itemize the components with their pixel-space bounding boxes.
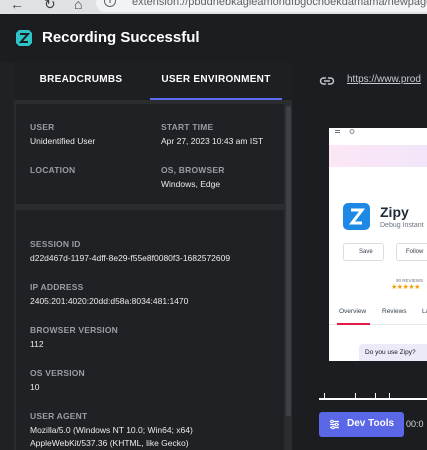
preview-tab-la[interactable]: La bbox=[422, 308, 427, 315]
preview-banner bbox=[329, 145, 427, 167]
browser-url[interactable]: extension://pbddhebkagleamondfbgochoekda… bbox=[132, 0, 427, 8]
session-id-label: SESSION ID bbox=[30, 239, 81, 249]
os-version-label: OS VERSION bbox=[30, 368, 85, 378]
app-root: ← ↻ ⌂ i extension://pbddhebkagleamondfbg… bbox=[0, 0, 427, 450]
details-panel: BREADCRUMBS USER ENVIRONMENT USER Uniden… bbox=[14, 62, 292, 450]
dev-tools-button[interactable]: Dev Tools bbox=[319, 412, 404, 437]
user-agent-line-2: AppleWebKit/537.36 (KHTML, like Gecko) bbox=[30, 438, 189, 448]
preview-follow-button[interactable]: Follow bbox=[396, 243, 427, 261]
user-environment-card: USER Unidentified User START TIME Apr 27… bbox=[16, 104, 284, 204]
timeline-event-marker[interactable] bbox=[355, 393, 356, 399]
ip-address-label: IP ADDRESS bbox=[30, 282, 84, 292]
user-agent-line-1: Mozilla/5.0 (Windows NT 10.0; Win64; x64… bbox=[30, 425, 193, 435]
menu-icon bbox=[335, 129, 355, 134]
preview-tab-overview[interactable]: Overview bbox=[339, 308, 366, 315]
tab-user-environment[interactable]: USER ENVIRONMENT bbox=[150, 62, 282, 100]
browser-address-bar: ← ↻ ⌂ i extension://pbddhebkagleamondfbg… bbox=[0, 0, 427, 14]
user-agent-label: USER AGENT bbox=[30, 411, 88, 421]
dev-tools-label: Dev Tools bbox=[347, 418, 395, 429]
preview-tab-reviews[interactable]: Reviews bbox=[382, 308, 407, 315]
ip-address-value: 2405:201:4020:20dd:d58a:8034:481:1470 bbox=[30, 296, 189, 306]
recorded-page-url[interactable]: https://www.prod bbox=[347, 74, 421, 85]
os-browser-value: Windows, Edge bbox=[161, 179, 221, 189]
playback-timeline[interactable] bbox=[319, 398, 427, 400]
playback-time: 00:0 bbox=[406, 419, 424, 429]
link-icon bbox=[319, 77, 335, 85]
timeline-event-marker[interactable] bbox=[324, 393, 325, 399]
os-browser-label: OS, BROWSER bbox=[161, 165, 225, 175]
omnibox[interactable]: i extension://pbddhebkagleamondfbgochoek… bbox=[96, 0, 427, 12]
arrow-left-icon[interactable]: ← bbox=[10, 0, 24, 12]
active-tab-indicator bbox=[150, 98, 282, 100]
reload-icon[interactable]: ↻ bbox=[44, 0, 56, 13]
preview-save-button[interactable]: Save bbox=[343, 243, 384, 261]
preview-question-card: Do you use Zipy? bbox=[359, 344, 427, 361]
home-icon[interactable]: ⌂ bbox=[74, 0, 82, 12]
tab-breadcrumbs[interactable]: BREADCRUMBS bbox=[14, 62, 148, 100]
user-label: USER bbox=[30, 122, 55, 132]
timeline-event-marker[interactable] bbox=[375, 393, 376, 399]
user-value: Unidentified User bbox=[30, 136, 96, 146]
preview-question-text: Do you use Zipy? bbox=[365, 349, 416, 356]
session-details-card: SESSION ID d22d467d-1197-4dff-8e29-f55e8… bbox=[16, 210, 284, 450]
tab-bar: BREADCRUMBS USER ENVIRONMENT bbox=[14, 62, 292, 100]
preview-star-rating: ★★★★★ bbox=[391, 284, 420, 291]
start-time-value: Apr 27, 2023 10:43 am IST bbox=[161, 136, 264, 146]
start-time-label: START TIME bbox=[161, 122, 214, 132]
sliders-icon bbox=[330, 419, 339, 430]
browser-version-value: 112 bbox=[30, 339, 44, 349]
z-mark-icon bbox=[348, 208, 366, 225]
recording-preview[interactable]: Zipy Debug Instant Save Follow 90 REVIEW… bbox=[329, 128, 427, 361]
preview-app-name: Zipy bbox=[380, 204, 409, 220]
app-header: Recording Successful bbox=[0, 14, 427, 62]
os-version-value: 10 bbox=[30, 382, 40, 392]
location-label: LOCATION bbox=[30, 165, 76, 175]
timeline-event-marker[interactable] bbox=[389, 393, 390, 399]
preview-tabs: Overview Reviews La bbox=[329, 300, 427, 325]
info-icon[interactable]: i bbox=[104, 0, 116, 7]
browser-version-label: BROWSER VERSION bbox=[30, 325, 119, 335]
preview-app-subtitle: Debug Instant bbox=[380, 222, 424, 229]
page-title: Recording Successful bbox=[42, 29, 200, 46]
preview-follow-label: Follow bbox=[406, 249, 424, 255]
zipy-logo-icon bbox=[16, 30, 32, 46]
preview-active-tab-indicator bbox=[337, 323, 370, 325]
session-id-value: d22d467d-1197-4dff-8e29-f55e8f0080f3-168… bbox=[30, 253, 231, 263]
preview-save-label: Save bbox=[359, 249, 373, 255]
scrollbar-thumb[interactable] bbox=[286, 106, 291, 416]
zipy-app-logo-icon bbox=[343, 203, 370, 230]
